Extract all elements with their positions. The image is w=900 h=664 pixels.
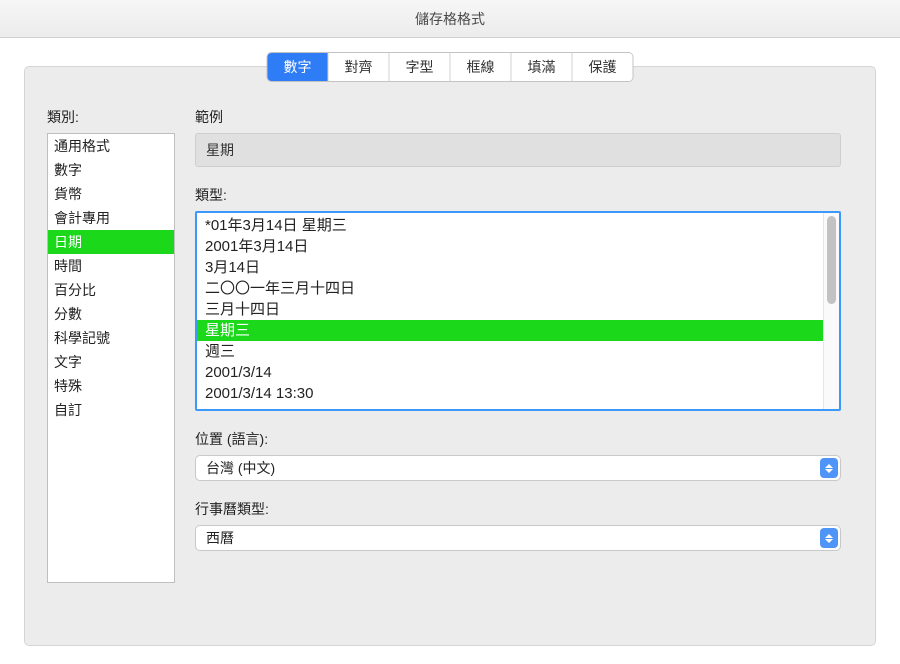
cat-percent[interactable]: 百分比 [48,278,174,302]
tab-border[interactable]: 框線 [451,53,512,81]
tab-number[interactable]: 數字 [268,53,329,81]
cat-date[interactable]: 日期 [48,230,174,254]
tab-bar: 數字 對齊 字型 框線 填滿 保護 [267,52,634,82]
content-area: 類別: 通用格式 數字 貨幣 會計專用 日期 時間 百分比 分數 科學記號 文字… [47,107,853,649]
type-list-container: *01年3月14日 星期三 2001年3月14日 3月14日 二〇〇一年三月十四… [195,211,841,411]
scrollbar-thumb[interactable] [827,216,836,304]
type-item[interactable]: 2001年3月14日 [197,236,823,257]
type-scrollbar[interactable] [823,213,839,409]
cat-general[interactable]: 通用格式 [48,134,174,158]
type-item[interactable]: 週三 [197,341,823,362]
cat-custom[interactable]: 自訂 [48,398,174,422]
tab-protect[interactable]: 保護 [573,53,633,81]
category-label: 類別: [47,107,175,127]
format-panel: 數字 對齊 字型 框線 填滿 保護 類別: 通用格式 數字 貨幣 會計專用 日期… [24,66,876,646]
sample-value: 星期 [206,142,234,158]
cat-currency[interactable]: 貨幣 [48,182,174,206]
tab-font[interactable]: 字型 [390,53,451,81]
type-label: 類型: [195,185,841,205]
locale-dropdown[interactable]: 台灣 (中文) [195,455,841,481]
type-list[interactable]: *01年3月14日 星期三 2001年3月14日 3月14日 二〇〇一年三月十四… [197,213,823,409]
category-column: 類別: 通用格式 數字 貨幣 會計專用 日期 時間 百分比 分數 科學記號 文字… [47,107,175,649]
type-item[interactable]: 2001/3/14 13:30 [197,383,823,404]
updown-arrows-icon [820,528,838,548]
cat-fraction[interactable]: 分數 [48,302,174,326]
cat-time[interactable]: 時間 [48,254,174,278]
calendar-value: 西曆 [206,528,234,548]
window-titlebar: 儲存格格式 [0,0,900,38]
tab-align[interactable]: 對齊 [329,53,390,81]
type-item[interactable]: 星期三 [197,320,823,341]
cat-accounting[interactable]: 會計專用 [48,206,174,230]
category-list[interactable]: 通用格式 數字 貨幣 會計專用 日期 時間 百分比 分數 科學記號 文字 特殊 … [47,133,175,583]
sample-label: 範例 [195,107,841,127]
type-item[interactable]: 三月十四日 [197,299,823,320]
calendar-dropdown[interactable]: 西曆 [195,525,841,551]
detail-column: 範例 星期 類型: *01年3月14日 星期三 2001年3月14日 3月14日… [195,107,853,649]
cat-scientific[interactable]: 科學記號 [48,326,174,350]
updown-arrows-icon [820,458,838,478]
type-item[interactable]: 二〇〇一年三月十四日 [197,278,823,299]
sample-box: 星期 [195,133,841,167]
type-item[interactable]: 2001/3/14 [197,362,823,383]
locale-label: 位置 (語言): [195,429,841,449]
window-title: 儲存格格式 [415,9,485,29]
type-item[interactable]: *01年3月14日 星期三 [197,215,823,236]
calendar-label: 行事曆類型: [195,499,841,519]
cat-number[interactable]: 數字 [48,158,174,182]
locale-value: 台灣 (中文) [206,458,275,478]
type-item[interactable]: 3月14日 [197,257,823,278]
cat-special[interactable]: 特殊 [48,374,174,398]
tab-fill[interactable]: 填滿 [512,53,573,81]
cat-text[interactable]: 文字 [48,350,174,374]
